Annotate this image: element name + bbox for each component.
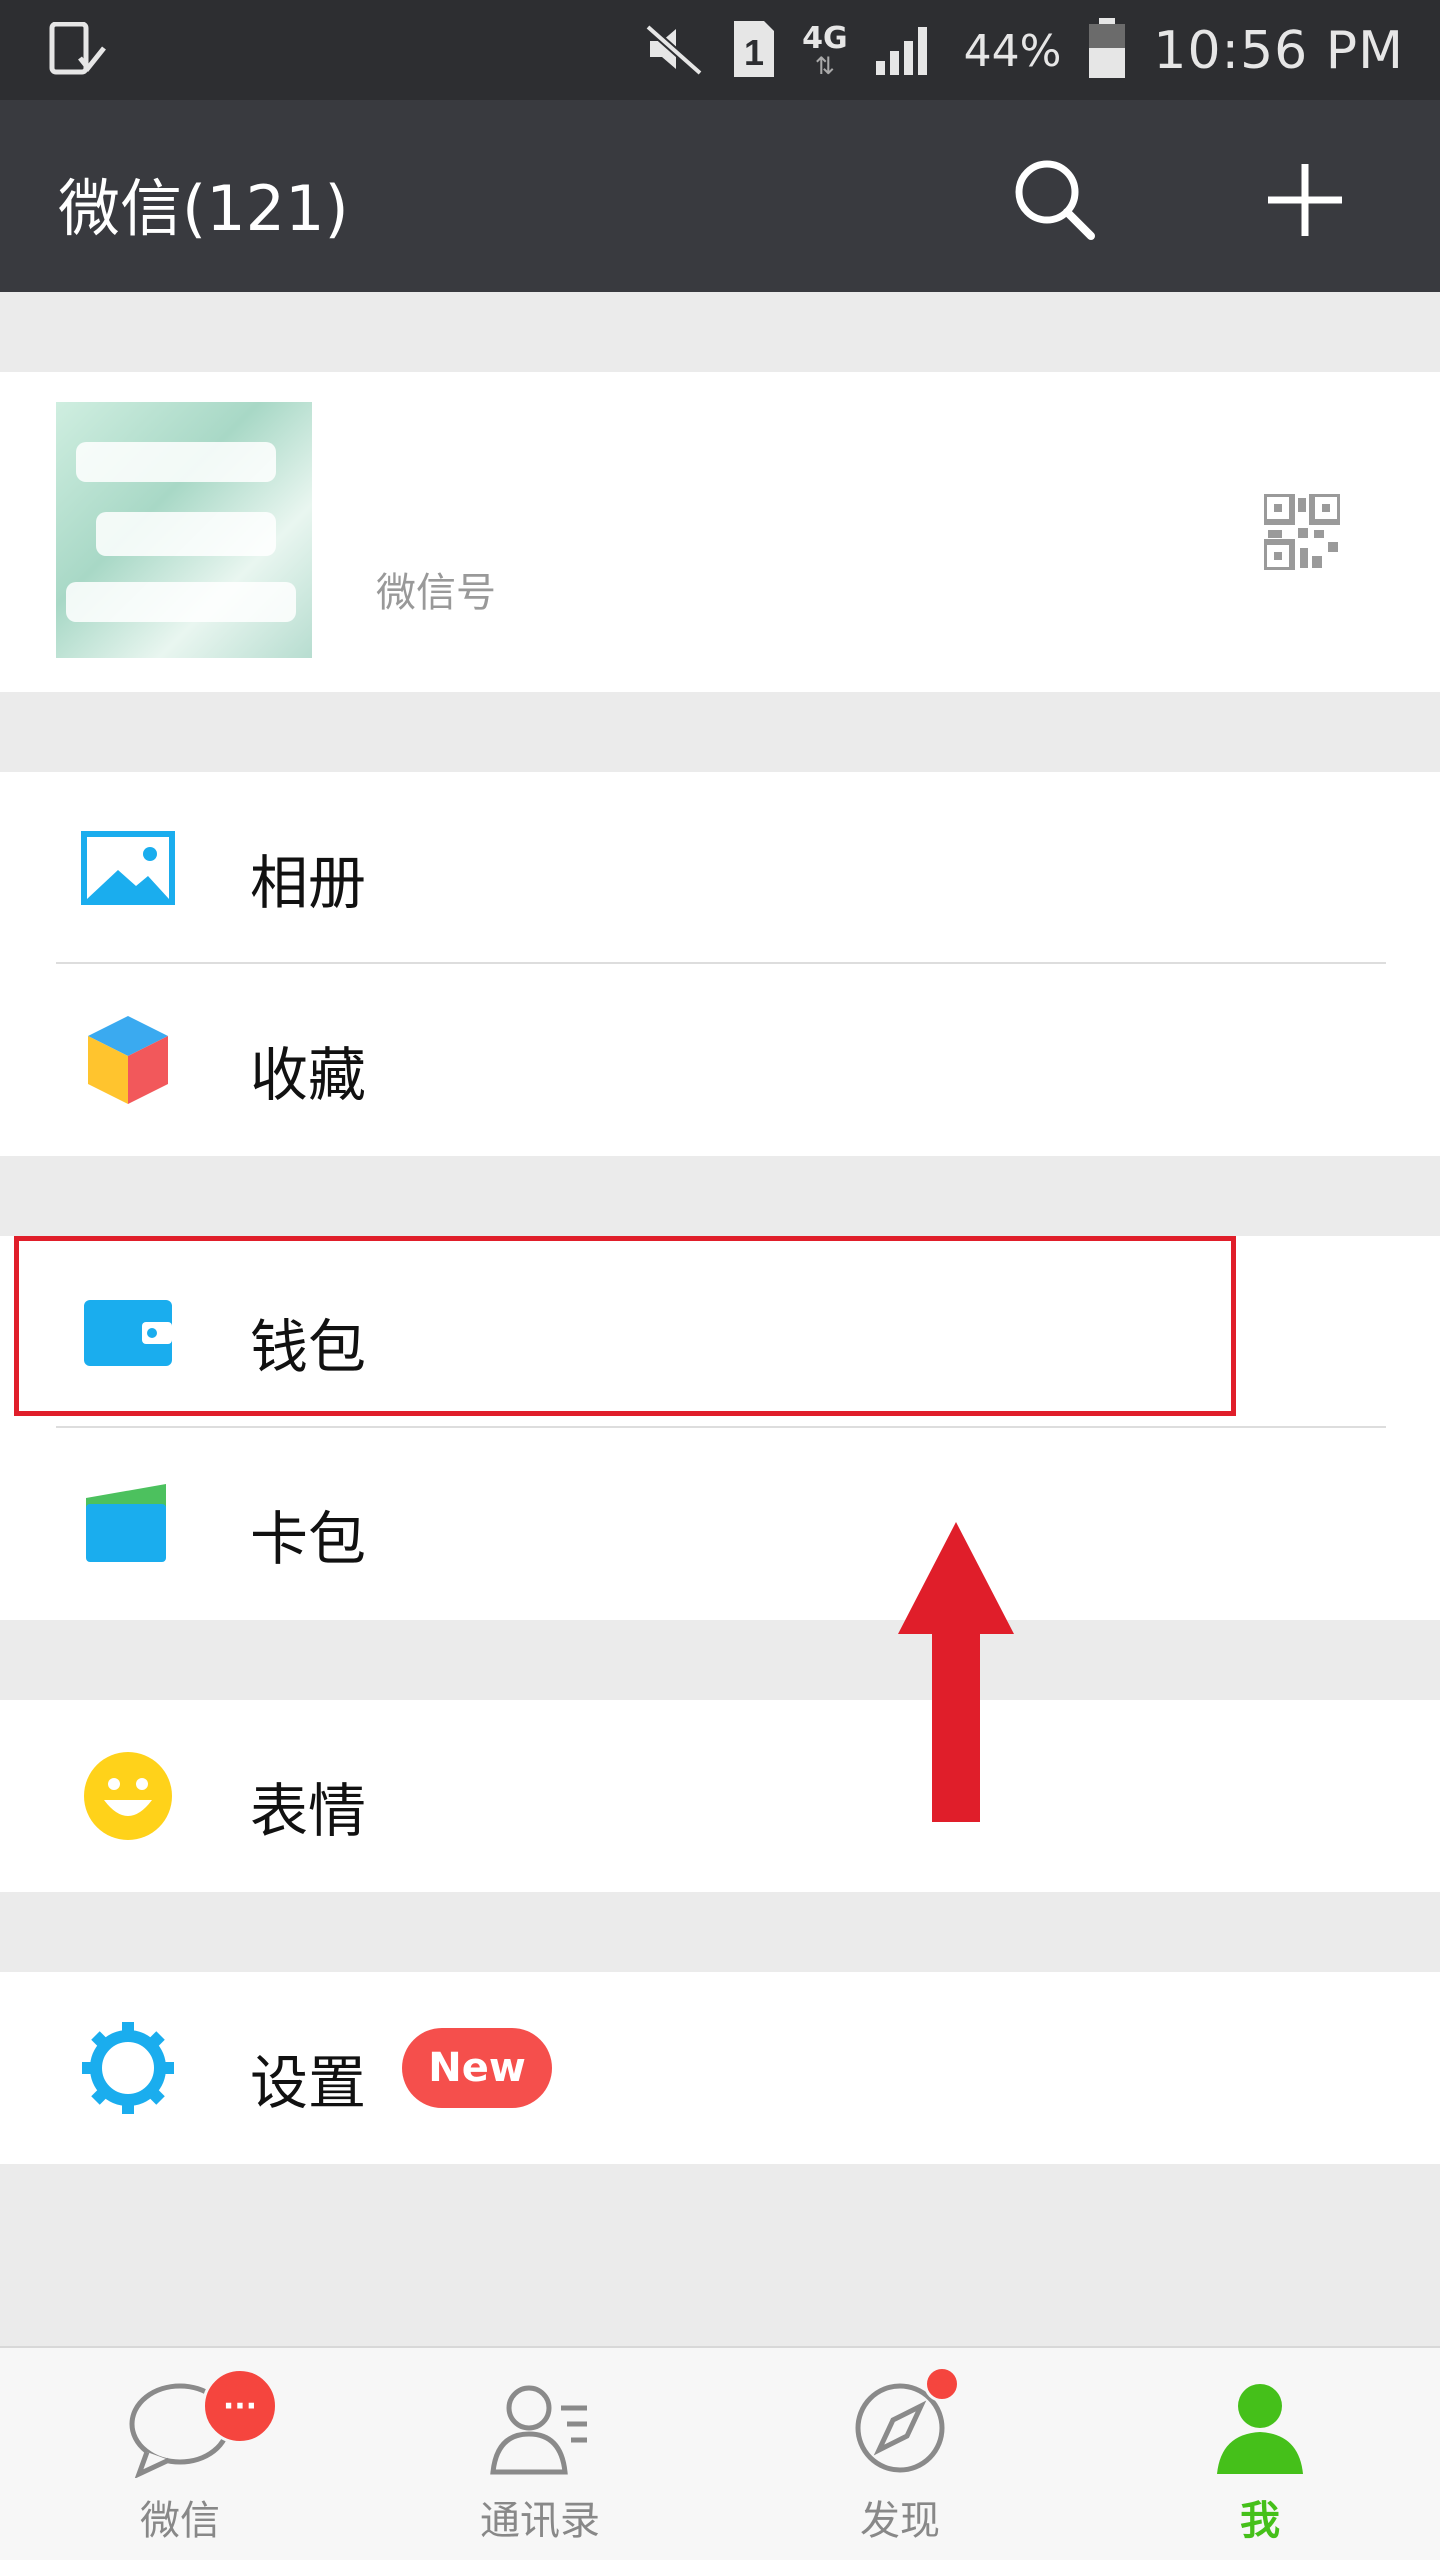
- menu-group-stickers: 表情: [0, 1700, 1440, 1892]
- wechat-me-page: 1 4G ⇅ 44% 10:56 PM 微信(121) 微信号 相册 收藏 钱包…: [0, 0, 1440, 2560]
- notification-dot: [924, 2366, 960, 2402]
- tab-contacts[interactable]: 通讯录: [420, 2348, 660, 2560]
- new-badge: New: [402, 2028, 552, 2108]
- svg-text:1: 1: [744, 32, 764, 73]
- tab-label: 微信: [140, 2498, 220, 2544]
- tab-chats[interactable]: ··· 微信: [60, 2348, 300, 2560]
- tab-me[interactable]: 我: [1140, 2348, 1380, 2560]
- battery-percent: 44%: [963, 25, 1062, 77]
- plus-icon: [1268, 164, 1342, 236]
- add-button[interactable]: [1250, 150, 1360, 250]
- menu-item-label: 卡包: [250, 1505, 367, 1573]
- menu-item-settings[interactable]: 设置 New: [0, 1972, 1440, 2164]
- smiley-icon: [84, 1752, 172, 1840]
- profile-card[interactable]: 微信号: [0, 372, 1440, 692]
- person-icon: [1217, 2384, 1303, 2474]
- status-bar: 1 4G ⇅ 44% 10:56 PM: [0, 0, 1440, 100]
- unread-badge: ···: [202, 2368, 278, 2444]
- menu-group-media: 相册 收藏: [0, 772, 1440, 1156]
- wallet-highlight-box: [14, 1236, 1236, 1416]
- menu-item-favorites[interactable]: 收藏: [0, 964, 1440, 1156]
- title-bar: 微信(121): [0, 100, 1440, 292]
- menu-group-settings: 设置 New: [0, 1972, 1440, 2164]
- favorites-cube-icon: [88, 1016, 168, 1104]
- tab-label: 发现: [860, 2498, 940, 2544]
- network-4g-indicator: 4G ⇅: [802, 21, 848, 80]
- screenshot-notification-icon: [48, 21, 110, 82]
- battery-icon: [1087, 18, 1127, 84]
- album-icon: [81, 831, 175, 905]
- mute-icon: [642, 21, 706, 81]
- search-button[interactable]: [1005, 150, 1105, 250]
- sim-card-icon: 1: [732, 19, 776, 83]
- search-icon: [1015, 160, 1095, 240]
- redacted-wechat-id: [530, 552, 1050, 612]
- qr-code-icon[interactable]: [1261, 491, 1343, 573]
- avatar[interactable]: [56, 402, 312, 658]
- menu-item-album[interactable]: 相册: [0, 772, 1440, 964]
- menu-item-label: 表情: [250, 1777, 367, 1845]
- menu-item-label: 设置: [250, 2049, 367, 2117]
- gear-icon: [82, 2022, 174, 2114]
- contacts-icon: [490, 2385, 587, 2475]
- signal-icon: [874, 21, 938, 81]
- wechat-id-label: 微信号: [376, 570, 496, 616]
- menu-item-label: 相册: [250, 849, 367, 917]
- card-wallet-icon: [86, 1484, 166, 1562]
- bottom-tab-bar: ··· 微信 通讯录 发现 我: [0, 2346, 1440, 2560]
- page-title: 微信(121): [58, 172, 349, 245]
- tab-discover[interactable]: 发现: [780, 2348, 1020, 2560]
- menu-item-label: 收藏: [250, 1041, 367, 1109]
- menu-item-stickers[interactable]: 表情: [0, 1700, 1440, 1892]
- red-arrow-annotation: [898, 1522, 1014, 1822]
- tab-label: 我: [1240, 2498, 1280, 2544]
- clock: 10:56 PM: [1153, 21, 1404, 81]
- menu-item-card-wallet[interactable]: 卡包: [0, 1428, 1440, 1620]
- tab-label: 通讯录: [480, 2498, 600, 2544]
